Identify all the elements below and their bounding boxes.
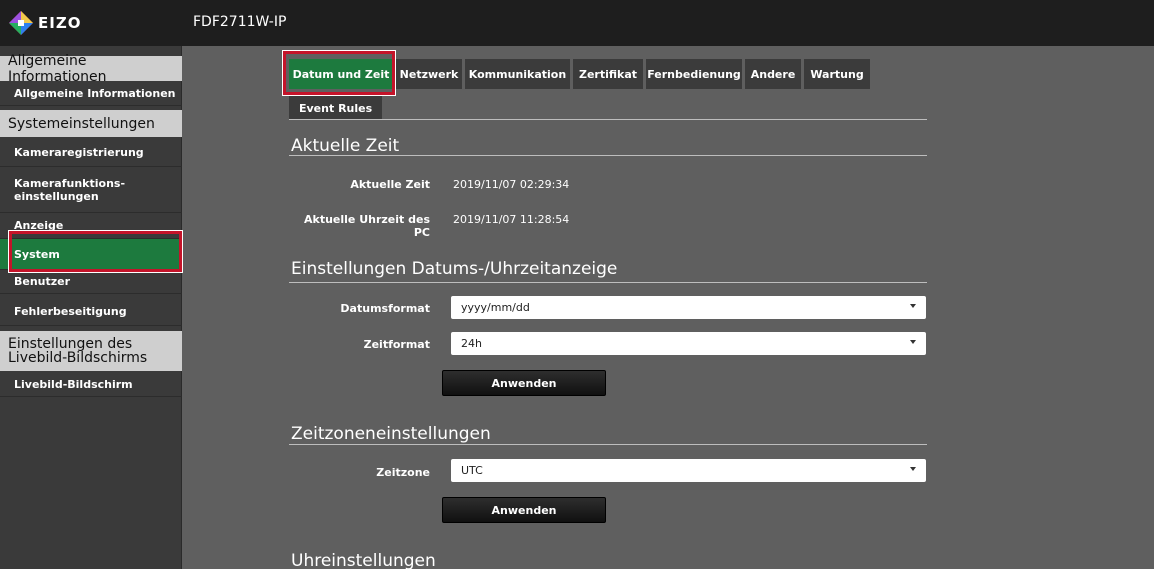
- chevron-down-icon: [910, 467, 916, 471]
- date-format-value: yyyy/mm/dd: [461, 301, 530, 314]
- section-divider: [289, 155, 927, 156]
- apply-timezone-button[interactable]: Anwenden: [442, 497, 606, 523]
- model-name: FDF2711W-IP: [193, 14, 287, 30]
- sidebar-item-general-info[interactable]: Allgemeine Informationen: [0, 81, 182, 106]
- sidebar-item-camera-registration[interactable]: Kameraregistrierung: [0, 139, 182, 167]
- current-time-value: 2019/11/07 02:29:34: [453, 178, 570, 191]
- date-format-label: Datumsformat: [340, 302, 430, 315]
- tab-remote-control[interactable]: Fernbedienung: [646, 59, 742, 89]
- sidebar-section-general[interactable]: Allgemeine Informationen: [0, 53, 182, 85]
- sidebar-item-troubleshooting[interactable]: Fehlerbeseitigung: [0, 298, 182, 326]
- time-format-select[interactable]: 24h: [451, 332, 926, 355]
- date-format-select[interactable]: yyyy/mm/dd: [451, 296, 926, 319]
- time-format-value: 24h: [461, 337, 482, 350]
- section-title-display-settings: Einstellungen Datums-/Uhrzeitanzeige: [291, 259, 618, 279]
- sidebar-item-camera-function-settings[interactable]: Kamerafunktions-einstellungen: [0, 167, 182, 213]
- tab-network[interactable]: Netzwerk: [396, 59, 462, 89]
- section-divider: [289, 444, 927, 445]
- tab-communication[interactable]: Kommunikation: [465, 59, 570, 89]
- timezone-select[interactable]: UTC: [451, 459, 926, 482]
- sidebar-item-live-view[interactable]: Livebild-Bildschirm: [0, 372, 182, 397]
- sidebar-item-users[interactable]: Benutzer: [0, 270, 182, 294]
- section-title-current-time: Aktuelle Zeit: [291, 136, 400, 156]
- pc-time-value: 2019/11/07 11:28:54: [453, 213, 570, 226]
- tabs-divider: [289, 119, 927, 120]
- section-title-clock: Uhreinstellungen: [291, 551, 436, 569]
- tab-event-rules[interactable]: Event Rules: [289, 96, 383, 120]
- section-title-timezone: Zeitzoneneinstellungen: [291, 424, 491, 444]
- chevron-down-icon: [910, 340, 916, 344]
- timezone-label: Zeitzone: [376, 466, 430, 479]
- tab-certificate[interactable]: Zertifikat: [573, 59, 643, 89]
- tab-highlight: [282, 50, 396, 96]
- current-time-label: Aktuelle Zeit: [350, 178, 430, 191]
- tab-maintenance[interactable]: Wartung: [804, 59, 870, 89]
- logo-text: EIZO: [38, 14, 82, 32]
- sidebar-section-system-settings[interactable]: Systemeinstellungen: [0, 110, 182, 137]
- sidebar-section-live-view-settings[interactable]: Einstellungen des Livebild-Bildschirms: [0, 331, 182, 371]
- sidebar-highlight: [8, 230, 183, 273]
- apply-display-button[interactable]: Anwenden: [442, 370, 606, 396]
- tab-other[interactable]: Andere: [745, 59, 801, 89]
- pc-time-label: Aktuelle Uhrzeit des PC: [303, 213, 430, 239]
- top-bar: EIZO FDF2711W-IP: [0, 0, 1154, 46]
- time-format-label: Zeitformat: [363, 338, 430, 351]
- timezone-value: UTC: [461, 464, 483, 477]
- eizo-logo: EIZO: [8, 10, 81, 36]
- section-divider: [289, 282, 927, 283]
- eizo-logo-icon: [9, 11, 33, 35]
- chevron-down-icon: [910, 304, 916, 308]
